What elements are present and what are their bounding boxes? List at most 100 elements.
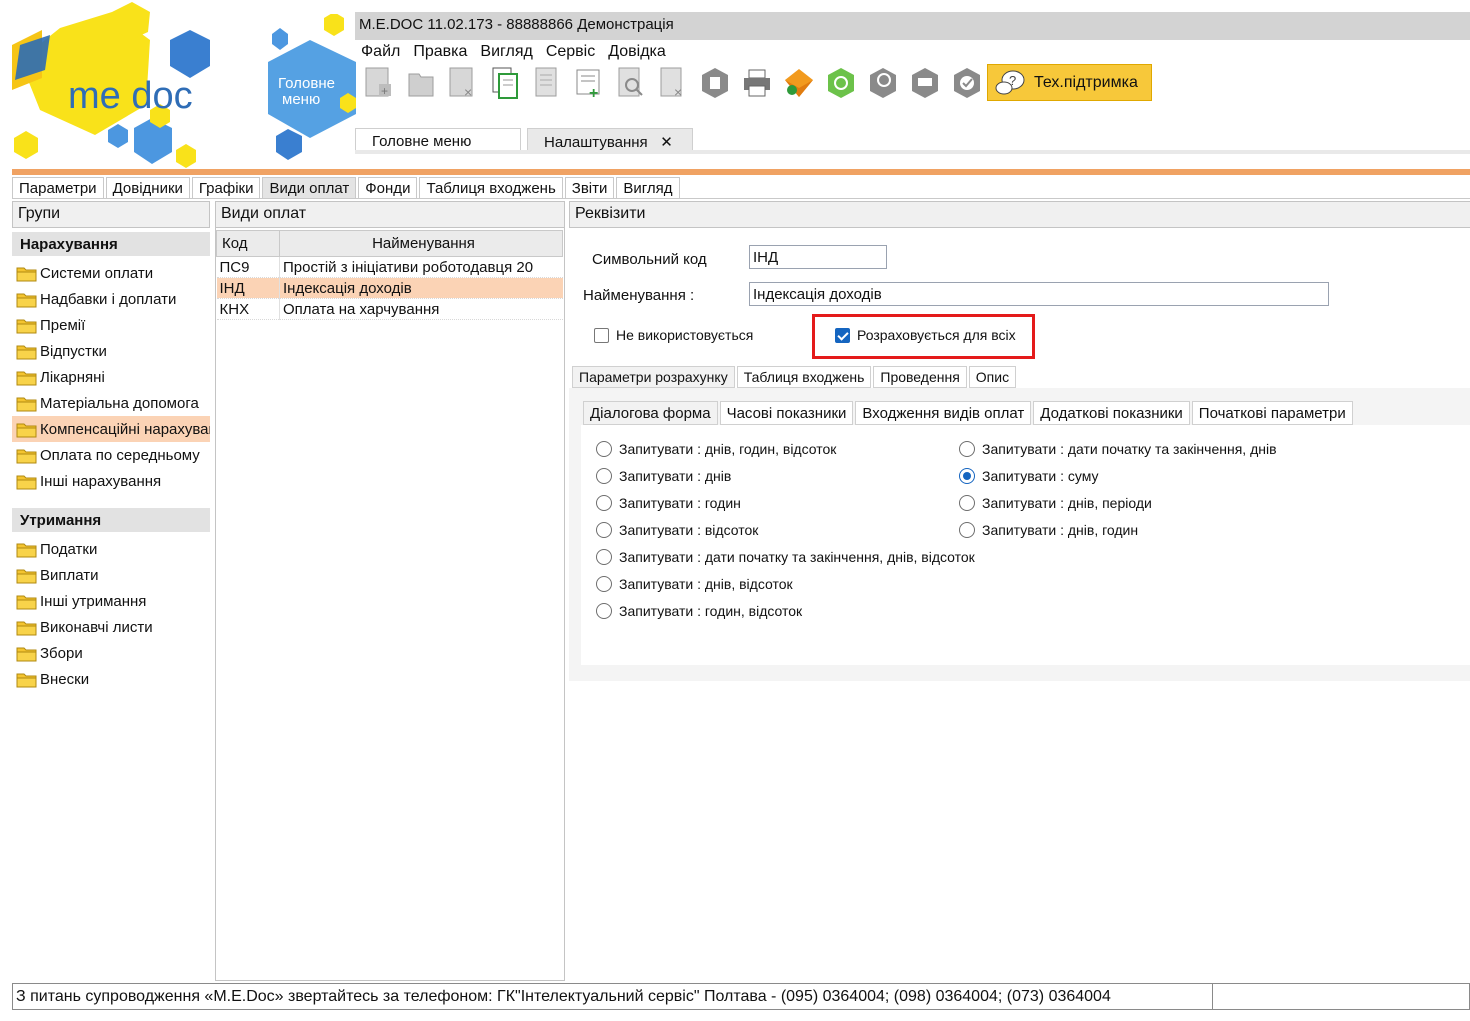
radio-button[interactable] bbox=[959, 494, 975, 511]
logo-text: me doc bbox=[68, 75, 193, 117]
menu-file[interactable]: Файл bbox=[355, 40, 407, 64]
tab-parameters[interactable]: Параметри bbox=[12, 177, 104, 199]
group-item-label: Системи оплати bbox=[40, 264, 154, 282]
archive-icon[interactable] bbox=[694, 63, 736, 103]
folder-icon bbox=[16, 371, 37, 386]
group-item[interactable]: Інші нарахування bbox=[12, 468, 210, 494]
folder-icon bbox=[16, 345, 37, 360]
tab-entry-table[interactable]: Таблиця входжень bbox=[419, 177, 563, 199]
folder-icon bbox=[16, 475, 37, 490]
name-field[interactable]: Індексація доходів bbox=[749, 282, 1329, 306]
menu-view[interactable]: Вигляд bbox=[474, 40, 539, 64]
close-icon[interactable]: ✕ bbox=[660, 134, 673, 151]
payment-types-panel: Види оплат Код Найменування ПС9 Простій … bbox=[215, 201, 565, 981]
group-item[interactable]: Системи оплати bbox=[12, 260, 210, 286]
calc-all-checkbox-row[interactable]: Розраховується для всіх bbox=[835, 327, 1016, 343]
column-name[interactable]: Найменування bbox=[279, 230, 563, 257]
radio-button[interactable] bbox=[596, 521, 612, 538]
tab-reports[interactable]: Звіти bbox=[564, 177, 615, 199]
group-item[interactable]: Відпустки bbox=[12, 338, 210, 364]
radio-option[interactable]: Запитувати : суму bbox=[959, 462, 1277, 489]
subtab-payment-entries[interactable]: Входження видів оплат bbox=[855, 401, 1032, 425]
home-menu-button[interactable]: Головне меню bbox=[258, 12, 362, 166]
print-icon[interactable] bbox=[736, 63, 778, 103]
send-icon[interactable] bbox=[778, 63, 820, 103]
menu-service[interactable]: Сервіс bbox=[540, 40, 602, 64]
tab-view[interactable]: Вигляд bbox=[616, 177, 680, 199]
group-item[interactable]: Збори bbox=[12, 640, 210, 666]
table-row[interactable]: КНХ Оплата на харчування bbox=[216, 298, 563, 320]
radio-option[interactable]: Запитувати : днів, годин, відсоток bbox=[596, 435, 975, 462]
table-row[interactable]: ПС9 Простій з ініціативи роботодавця 20 bbox=[216, 256, 563, 278]
group-item[interactable]: Виплати bbox=[12, 562, 210, 588]
not-used-checkbox[interactable] bbox=[594, 327, 609, 343]
radio-button-selected[interactable] bbox=[959, 467, 975, 484]
folder-icon bbox=[16, 647, 37, 662]
calc-all-checkbox[interactable] bbox=[835, 327, 850, 343]
radio-option[interactable]: Запитувати : годин, відсоток bbox=[596, 597, 975, 624]
code-field[interactable]: ІНД bbox=[749, 245, 887, 269]
not-used-checkbox-row[interactable]: Не використовується bbox=[594, 327, 753, 343]
group-item[interactable]: Внески bbox=[12, 666, 210, 692]
radio-button[interactable] bbox=[959, 440, 975, 457]
delete-doc-icon[interactable]: × bbox=[442, 63, 484, 103]
subtab-initial-params[interactable]: Початкові параметри bbox=[1191, 401, 1353, 425]
radio-button[interactable] bbox=[596, 602, 612, 619]
radio-option[interactable]: Запитувати : відсоток bbox=[596, 516, 975, 543]
group-item[interactable]: Матеріальна допомога bbox=[12, 390, 210, 416]
radio-option[interactable]: Запитувати : днів bbox=[596, 462, 975, 489]
tech-support-button[interactable]: ? Тех.підтримка bbox=[987, 64, 1152, 101]
open-doc-icon[interactable] bbox=[400, 63, 442, 103]
payment-types-table: Код Найменування ПС9 Простій з ініціатив… bbox=[216, 230, 563, 320]
radio-label: Запитувати : днів, відсоток bbox=[619, 575, 793, 592]
radio-label: Запитувати : суму bbox=[982, 467, 1099, 484]
tab-funds[interactable]: Фонди bbox=[358, 177, 418, 199]
add-row-icon[interactable]: + bbox=[568, 63, 610, 103]
radio-button[interactable] bbox=[959, 521, 975, 538]
tab-posting[interactable]: Проведення bbox=[873, 366, 967, 388]
tab-calc-params[interactable]: Параметри розрахунку bbox=[572, 366, 735, 388]
document-icon[interactable] bbox=[526, 63, 568, 103]
group-item[interactable]: Премії bbox=[12, 312, 210, 338]
radio-button[interactable] bbox=[596, 467, 612, 484]
group-item[interactable]: Інші утримання bbox=[12, 588, 210, 614]
remove-row-icon[interactable]: × bbox=[652, 63, 694, 103]
tab-schedules[interactable]: Графіки bbox=[191, 177, 261, 199]
radio-option[interactable]: Запитувати : днів, годин bbox=[959, 516, 1277, 543]
inbox-icon[interactable] bbox=[904, 63, 946, 103]
tab-directories[interactable]: Довідники bbox=[105, 177, 190, 199]
group-item[interactable]: Надбавки і доплати bbox=[12, 286, 210, 312]
radio-button[interactable] bbox=[596, 494, 612, 511]
radio-option[interactable]: Запитувати : днів, відсоток bbox=[596, 570, 975, 597]
radio-option[interactable]: Запитувати : дати початку та закінчення,… bbox=[596, 543, 975, 570]
menu-help[interactable]: Довідка bbox=[602, 40, 673, 64]
tab-entry-table-details[interactable]: Таблиця входжень bbox=[736, 366, 872, 388]
search-doc-icon[interactable] bbox=[610, 63, 652, 103]
group-item[interactable]: Оплата по середньому bbox=[12, 442, 210, 468]
group-item[interactable]: Податки bbox=[12, 536, 210, 562]
column-code[interactable]: Код bbox=[216, 230, 280, 257]
copy-icon[interactable] bbox=[484, 63, 526, 103]
radio-option[interactable]: Запитувати : годин bbox=[596, 489, 975, 516]
dialog-form-body: Запитувати : днів, годин, відсоток Запиту… bbox=[581, 425, 1470, 665]
radio-button[interactable] bbox=[596, 548, 612, 565]
group-item[interactable]: Компенсаційні нарахування bbox=[12, 416, 210, 442]
radio-button[interactable] bbox=[596, 575, 612, 592]
tab-payment-types[interactable]: Види оплат bbox=[262, 177, 357, 199]
tab-description[interactable]: Опис bbox=[968, 366, 1017, 388]
search-icon[interactable] bbox=[862, 63, 904, 103]
refresh-icon[interactable] bbox=[820, 63, 862, 103]
menu-edit[interactable]: Правка bbox=[407, 40, 474, 64]
table-row-selected[interactable]: ІНД Індексація доходів bbox=[216, 277, 563, 299]
radio-option[interactable]: Запитувати : дати початку та закінчення,… bbox=[959, 435, 1277, 462]
radio-option[interactable]: Запитувати : днів, періоди bbox=[959, 489, 1277, 516]
subtab-extra-indicators[interactable]: Додаткові показники bbox=[1033, 401, 1190, 425]
group-item[interactable]: Лікарняні bbox=[12, 364, 210, 390]
subtab-time-indicators[interactable]: Часові показники bbox=[719, 401, 854, 425]
new-doc-icon[interactable]: + bbox=[358, 63, 400, 103]
svg-text:+: + bbox=[589, 85, 598, 100]
radio-button[interactable] bbox=[596, 440, 612, 457]
group-item[interactable]: Виконавчі листи bbox=[12, 614, 210, 640]
subtab-dialog-form[interactable]: Діалогова форма bbox=[583, 401, 718, 425]
verify-icon[interactable] bbox=[946, 63, 988, 103]
